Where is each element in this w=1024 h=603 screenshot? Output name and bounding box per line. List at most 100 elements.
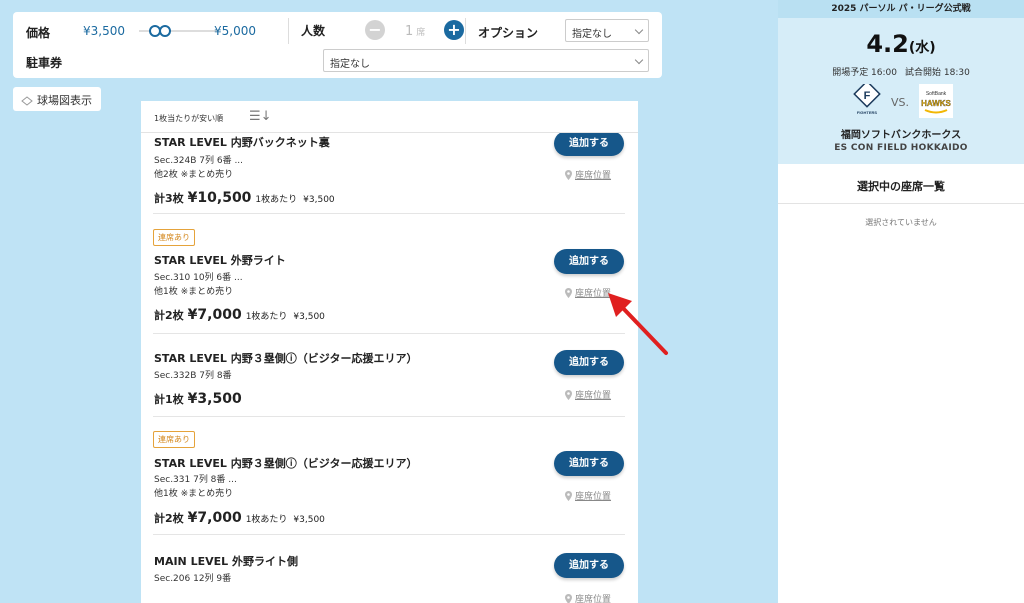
filter-panel: 価格 ¥3,500 ¥5,000 人数 − 1席 + オプション 指定なし 駐車…: [13, 12, 662, 78]
ticket-count: 計2枚: [154, 512, 184, 525]
svg-text:F: F: [864, 90, 871, 102]
seat-position-link[interactable]: 座席位置: [565, 489, 611, 502]
per-ticket-price: ¥3,500: [303, 195, 335, 205]
location-pin-icon: [565, 170, 572, 180]
add-ticket-button[interactable]: 追加する: [554, 451, 624, 476]
ticket-item: STAR LEVEL 内野３塁側ⓘ（ビジター応援エリア） Sec.332B 7列…: [141, 334, 638, 417]
ticket-total: 計2枚 ¥7,000 1枚あたり ¥3,500: [154, 304, 325, 323]
ticket-total: 計1枚 ¥3,500: [154, 388, 242, 407]
seat-position-label: 座席位置: [575, 391, 612, 401]
venue-name: ES CON FIELD HOKKAIDO: [834, 143, 968, 153]
seat-position-link[interactable]: 座席位置: [565, 592, 611, 603]
price-slider-max-handle[interactable]: [159, 25, 171, 37]
ticket-title: STAR LEVEL 内野３塁側ⓘ（ビジター応援エリア）: [154, 352, 418, 365]
add-ticket-button[interactable]: 追加する: [554, 553, 624, 578]
people-count: 1席: [405, 24, 425, 39]
ticket-section: Sec.310 10列 6番 ...: [154, 273, 243, 283]
chevron-down-icon: [634, 25, 644, 35]
add-ticket-button[interactable]: 追加する: [554, 131, 624, 156]
add-ticket-button[interactable]: 追加する: [554, 249, 624, 274]
ticket-count: 計2枚: [154, 309, 184, 322]
ticket-note: 他1枚 ※まとめ売り: [154, 287, 234, 297]
ticket-item: 連席あり STAR LEVEL 外野ライト Sec.310 10列 6番 ...…: [141, 214, 638, 334]
decrease-people-button[interactable]: −: [365, 20, 385, 40]
seat-position-label: 座席位置: [575, 595, 612, 603]
hawks-logo-icon: SoftBank HAWKS: [919, 84, 953, 118]
option-select[interactable]: 指定なし: [565, 19, 649, 42]
ticket-count: 計3枚: [154, 192, 184, 205]
ticket-total: 計3枚 ¥10,500 1枚あたり ¥3,500: [154, 187, 335, 206]
price-min-value: ¥3,500: [83, 24, 125, 38]
parking-select[interactable]: 指定なし: [323, 49, 649, 72]
divider: [465, 18, 466, 44]
ticket-total: 計2枚 ¥7,000 1枚あたり ¥3,500: [154, 507, 325, 526]
chevron-down-icon: [634, 55, 644, 65]
increase-people-button[interactable]: +: [444, 20, 464, 40]
divider: [288, 18, 289, 44]
stadium-icon: [21, 96, 33, 106]
ticket-section: Sec.206 12列 9番: [154, 574, 232, 584]
event-sidebar: 2025 パーソル パ・リーグ公式戦 4.2(水) 開場予定 16:00 試合開始…: [778, 0, 1024, 603]
option-label: オプション: [478, 26, 539, 40]
ticket-title: STAR LEVEL 外野ライト: [154, 254, 286, 267]
league-title: 2025 パーソル パ・リーグ公式戦: [778, 0, 1024, 18]
stadium-map-button[interactable]: 球場図表示: [13, 87, 101, 111]
per-ticket-label: 1枚あたり: [245, 515, 288, 525]
per-ticket-price: ¥3,500: [293, 515, 325, 525]
seat-position-label: 座席位置: [575, 171, 612, 181]
ticket-section: Sec.324B 7列 6番 ...: [154, 156, 244, 166]
location-pin-icon: [565, 594, 572, 603]
parking-label: 駐車券: [26, 56, 63, 70]
seat-position-link[interactable]: 座席位置: [565, 388, 611, 401]
sort-label[interactable]: 1枚当たりが安い順: [154, 113, 223, 124]
ticket-title: STAR LEVEL 内野３塁側ⓘ（ビジター応援エリア）: [154, 457, 418, 470]
ticket-count: 計1枚: [154, 393, 184, 406]
start-time: 試合開始 18:30: [905, 68, 970, 78]
opponent-name: 福岡ソフトバンクホークス: [840, 130, 962, 141]
people-count-value: 1: [405, 24, 414, 39]
location-pin-icon: [565, 491, 572, 501]
annotation-arrow-icon: [608, 293, 668, 355]
ticket-price: ¥3,500: [187, 391, 242, 407]
event-weekday: (水): [908, 40, 936, 56]
selected-seats-title: 選択中の座席一覧: [857, 180, 945, 193]
seat-position-label: 座席位置: [575, 492, 612, 502]
event-date: 4.2(水): [778, 30, 1024, 58]
option-select-value: 指定なし: [572, 29, 612, 40]
stadium-map-label: 球場図表示: [37, 94, 92, 107]
ticket-item: 連席あり STAR LEVEL 内野３塁側ⓘ（ビジター応援エリア） Sec.33…: [141, 417, 638, 535]
sort-bar: 1枚当たりが安い順 ☰↓: [141, 101, 638, 133]
ticket-price: ¥7,000: [187, 307, 242, 323]
hawks-logo-top: SoftBank: [926, 91, 947, 97]
consecutive-seats-badge: 連席あり: [153, 431, 195, 448]
price-label: 価格: [26, 26, 51, 40]
parking-select-value: 指定なし: [330, 59, 370, 70]
ticket-price: ¥7,000: [187, 510, 242, 526]
ticket-section: Sec.331 7列 8番 ...: [154, 475, 237, 485]
event-header: 2025 パーソル パ・リーグ公式戦 4.2(水) 開場予定 16:00 試合開始…: [778, 0, 1024, 164]
ticket-note: 他2枚 ※まとめ売り: [154, 170, 234, 180]
vs-label: VS.: [891, 96, 910, 109]
fighters-logo-icon: F FIGHTERS: [853, 84, 881, 115]
per-ticket-label: 1枚あたり: [255, 195, 298, 205]
ticket-title: MAIN LEVEL 外野ライト側: [154, 555, 298, 568]
ticket-note: 他1枚 ※まとめ売り: [154, 489, 234, 499]
per-ticket-label: 1枚あたり: [245, 312, 288, 322]
ticket-section: Sec.332B 7列 8番: [154, 371, 232, 381]
price-max-value: ¥5,000: [214, 24, 256, 38]
hawks-logo-text: HAWKS: [921, 99, 951, 108]
per-ticket-price: ¥3,500: [293, 312, 325, 322]
people-label: 人数: [301, 24, 326, 38]
ticket-price: ¥10,500: [187, 190, 252, 206]
event-times: 開場予定 16:00 試合開始 18:30: [778, 65, 1024, 78]
seat-position-link[interactable]: 座席位置: [565, 168, 611, 181]
people-unit: 席: [416, 28, 426, 38]
ticket-list: 1枚当たりが安い順 ☰↓ STAR LEVEL 内野バックネット裏 Sec.32…: [141, 101, 638, 603]
location-pin-icon: [565, 288, 572, 298]
ticket-item: MAIN LEVEL 外野ライト側 Sec.206 12列 9番 追加する 座席…: [141, 535, 638, 603]
fighters-logo-text: FIGHTERS: [857, 110, 878, 115]
open-time: 開場予定 16:00: [832, 68, 897, 78]
divider: [778, 203, 1024, 204]
selected-seats-empty: 選択されていません: [865, 218, 937, 227]
sort-icon[interactable]: ☰↓: [249, 109, 272, 124]
